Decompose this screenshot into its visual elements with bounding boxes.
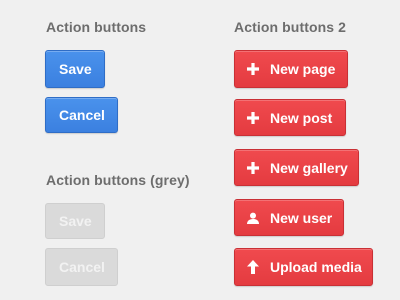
new-page-button[interactable]: New page	[234, 50, 348, 88]
plus-icon	[246, 62, 260, 76]
plus-icon	[246, 161, 260, 175]
user-icon	[246, 211, 260, 225]
new-page-button-label: New page	[270, 61, 336, 77]
new-gallery-button-label: New gallery	[270, 159, 348, 176]
save-button[interactable]: Save	[45, 50, 105, 88]
new-post-button-label: New post	[270, 109, 333, 126]
cancel-button-label: Cancel	[59, 107, 105, 123]
action-buttons-heading: Action buttons	[46, 19, 147, 35]
save-button-label: Save	[59, 61, 92, 77]
upload-arrow-icon	[246, 260, 260, 274]
cancel-button[interactable]: Cancel	[45, 97, 118, 133]
action-buttons-grey-heading: Action buttons (grey)	[46, 172, 190, 188]
action-buttons-2-heading: Action buttons 2	[234, 19, 347, 35]
cancel-button-grey[interactable]: Cancel	[45, 248, 118, 286]
new-user-button[interactable]: New user	[234, 199, 344, 236]
upload-media-button[interactable]: Upload media	[234, 248, 373, 286]
new-gallery-button[interactable]: New gallery	[234, 149, 359, 186]
cancel-button-grey-label: Cancel	[59, 259, 105, 275]
save-button-grey-label: Save	[59, 213, 92, 229]
save-button-grey[interactable]: Save	[45, 203, 105, 239]
new-user-button-label: New user	[270, 209, 333, 226]
upload-media-button-label: Upload media	[270, 259, 362, 275]
plus-icon	[246, 111, 260, 125]
new-post-button[interactable]: New post	[234, 99, 346, 136]
